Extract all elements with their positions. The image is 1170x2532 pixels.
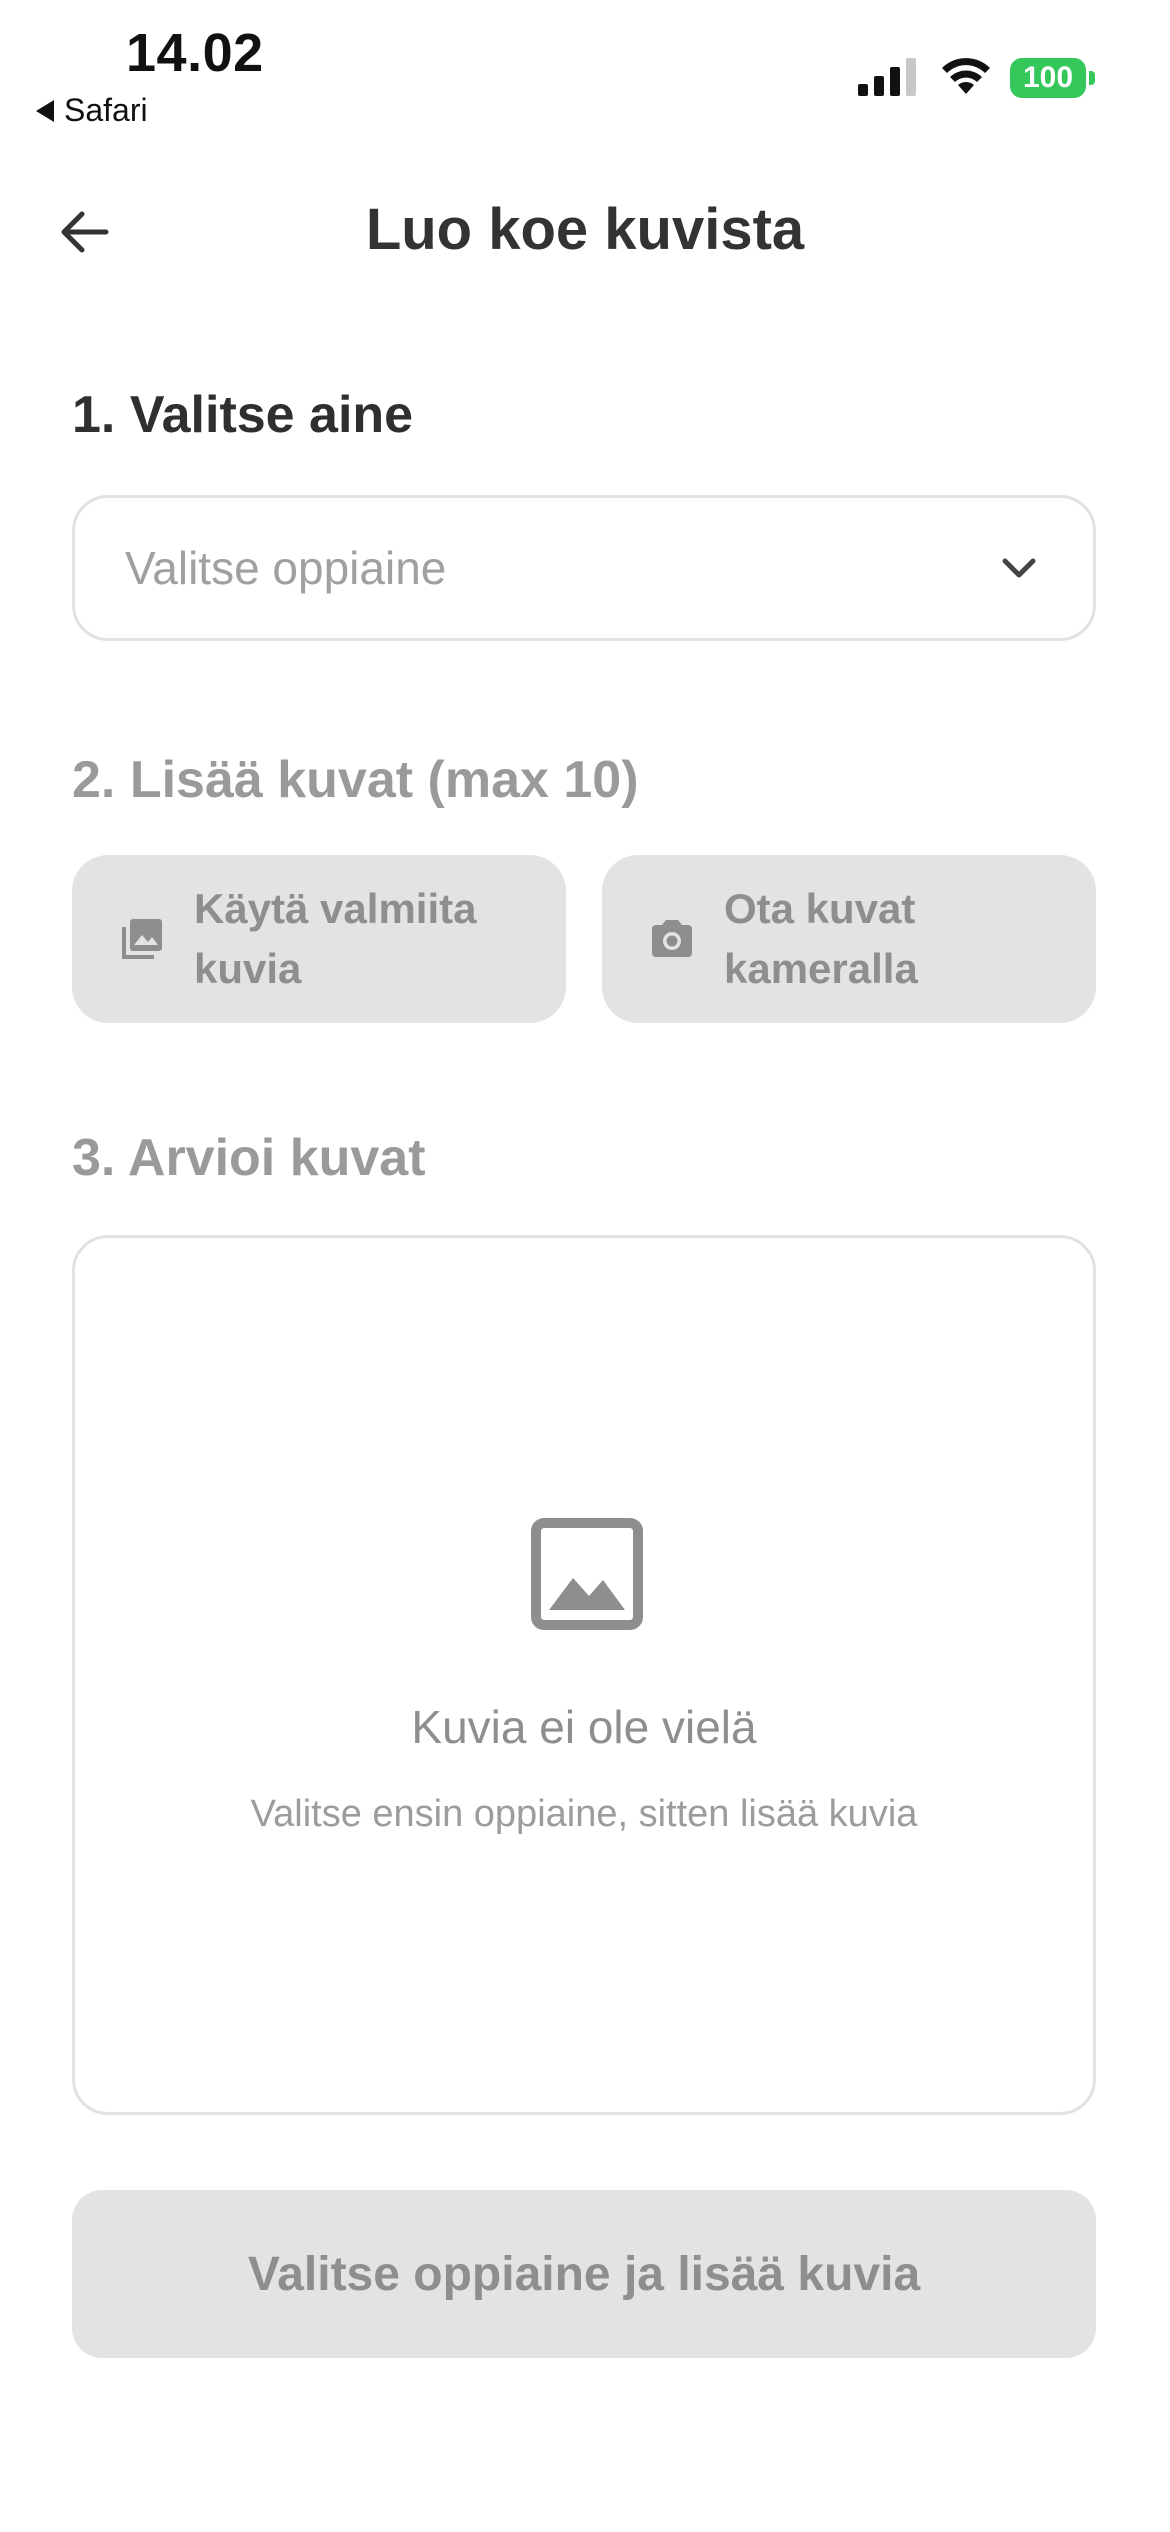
image-placeholder-icon (531, 1518, 643, 1630)
add-images-buttons: Käytä valmiita kuvia Ota kuvat kameralla (72, 855, 1096, 1023)
app-header: Luo koe kuvista (0, 160, 1170, 290)
empty-state-subtitle: Valitse ensin oppiaine, sitten lisää kuv… (250, 1793, 918, 1835)
images-preview-area: Kuvia ei ole vielä Valitse ensin oppiain… (72, 1235, 1096, 2115)
chevron-down-icon (995, 544, 1043, 592)
cellular-signal-icon (858, 58, 916, 96)
status-time: 14.02 (126, 23, 264, 83)
use-existing-images-button[interactable]: Käytä valmiita kuvia (72, 855, 566, 1023)
wifi-icon (942, 58, 990, 94)
step2-title: 2. Lisää kuvat (max 10) (72, 751, 639, 809)
take-photos-button[interactable]: Ota kuvat kameralla (602, 855, 1096, 1023)
battery-nub (1089, 71, 1095, 85)
create-exam-button[interactable]: Valitse oppiaine ja lisää kuvia (72, 2190, 1096, 2358)
camera-icon (652, 920, 692, 957)
step3-title: 3. Arvioi kuvat (72, 1129, 426, 1187)
empty-state-title: Kuvia ei ole vielä (411, 1701, 757, 1753)
battery-indicator: 100 (1010, 58, 1096, 98)
status-bar: 14.02 Safari 100 (0, 0, 1170, 150)
back-triangle-icon (36, 99, 54, 122)
battery-level: 100 (1010, 58, 1086, 98)
back-app-label: Safari (64, 92, 148, 128)
step1-title: 1. Valitse aine (72, 386, 414, 444)
back-to-app-link[interactable]: Safari (36, 92, 148, 129)
take-photos-label: Ota kuvat kameralla (724, 885, 918, 992)
use-existing-images-label: Käytä valmiita kuvia (194, 885, 477, 992)
subject-select[interactable]: Valitse oppiaine (72, 495, 1096, 641)
subject-select-placeholder: Valitse oppiaine (125, 542, 447, 594)
page-title: Luo koe kuvista (365, 197, 805, 262)
photo-library-icon (122, 919, 162, 959)
